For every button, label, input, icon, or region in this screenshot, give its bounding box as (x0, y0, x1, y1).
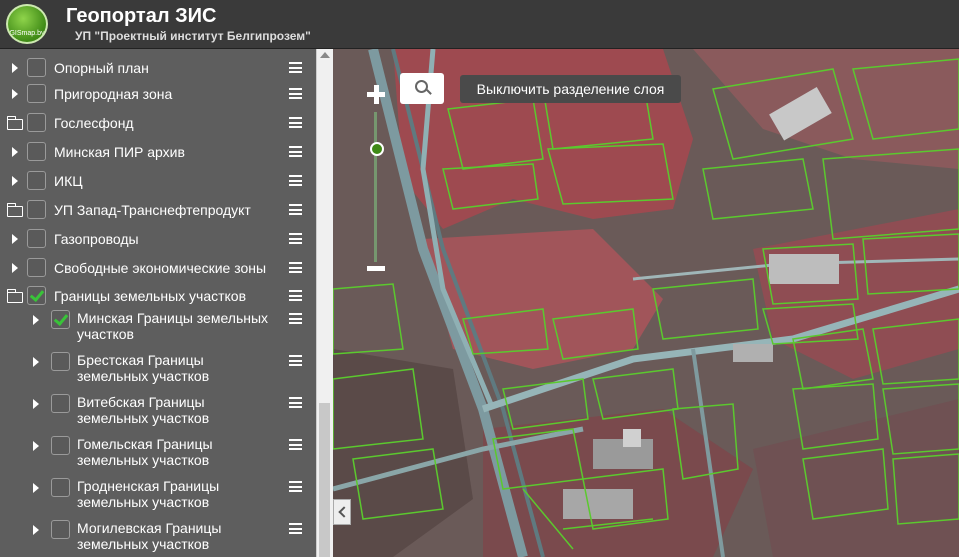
layer-checkbox[interactable] (27, 229, 46, 248)
caret-right-icon[interactable] (33, 483, 39, 493)
layer-label: Могилевская Границы земельных участков (77, 520, 222, 552)
layer-row[interactable]: Могилевская Границы земельных участков (0, 519, 316, 553)
layer-row[interactable]: Минская ПИР архив (0, 142, 316, 162)
zoom-slider-track[interactable] (374, 112, 377, 262)
layer-checkbox[interactable] (51, 520, 70, 539)
layer-label: Минская ПИР архив (54, 144, 185, 160)
layer-label: Витебская Границы земельных участков (77, 394, 210, 426)
layer-row[interactable]: Гомельская Границы земельных участков (0, 435, 316, 469)
layer-checkbox[interactable] (27, 84, 46, 103)
caret-right-icon[interactable] (12, 263, 18, 273)
layer-row[interactable]: ИКЦ (0, 171, 316, 191)
folder-icon[interactable] (6, 203, 23, 217)
layer-row[interactable]: Гродненская Границы земельных участков (0, 477, 316, 511)
layer-label: Свободные экономические зоны (54, 260, 267, 276)
caret-right-icon[interactable] (33, 315, 39, 325)
layer-checkbox[interactable] (51, 436, 70, 455)
layer-label: Границы земельных участков (54, 288, 247, 304)
layer-label: УП Запад-Транснефтепродукт (54, 202, 251, 218)
layer-row[interactable]: Газопроводы (0, 229, 316, 249)
layer-row[interactable]: Гослесфонд (0, 113, 316, 133)
layer-label: ИКЦ (54, 173, 83, 189)
disable-layer-split-button[interactable]: Выключить разделение слоя (460, 75, 681, 103)
search-button[interactable] (400, 73, 444, 104)
menu-icon[interactable] (289, 175, 302, 186)
layer-checkbox[interactable] (27, 258, 46, 277)
app-header: GISmap.by Геопортал ЗИС УП "Проектный ин… (0, 0, 959, 49)
layer-checkbox[interactable] (27, 113, 46, 132)
app-title: Геопортал ЗИС (66, 5, 217, 27)
layer-checkbox[interactable] (51, 394, 70, 413)
menu-icon[interactable] (289, 204, 302, 215)
layer-checkbox[interactable] (51, 478, 70, 497)
caret-right-icon[interactable] (12, 176, 18, 186)
layer-row[interactable]: Брестская Границы земельных участков (0, 351, 316, 385)
menu-icon[interactable] (289, 117, 302, 128)
layer-row[interactable]: Опорный план (0, 58, 316, 78)
layer-label: Опорный план (54, 60, 149, 76)
menu-icon[interactable] (289, 62, 302, 73)
app-subtitle: УП "Проектный институт Белгипрозем" (75, 29, 311, 43)
satellite-map[interactable] (333, 49, 959, 557)
layer-label: Гомельская Границы земельных участков (77, 436, 213, 468)
layer-checkbox[interactable] (27, 286, 46, 305)
caret-right-icon[interactable] (33, 525, 39, 535)
layer-label: Брестская Границы земельных участков (77, 352, 210, 384)
caret-right-icon[interactable] (33, 399, 39, 409)
menu-icon[interactable] (289, 481, 302, 492)
caret-right-icon[interactable] (12, 234, 18, 244)
map-imagery (333, 49, 959, 557)
menu-icon[interactable] (289, 523, 302, 534)
layer-checkbox[interactable] (51, 352, 70, 371)
layer-label: Минская Границы земельных участков (77, 310, 269, 342)
folder-open-icon[interactable] (6, 289, 23, 303)
menu-icon[interactable] (289, 262, 302, 273)
menu-icon[interactable] (289, 355, 302, 366)
menu-icon[interactable] (289, 88, 302, 99)
zoom-out-button[interactable] (367, 266, 385, 271)
layer-label: Газопроводы (54, 231, 139, 247)
menu-icon[interactable] (289, 290, 302, 301)
logo-text: GISmap.by (9, 30, 45, 37)
layer-label: Пригородная зона (54, 86, 173, 102)
menu-icon[interactable] (289, 397, 302, 408)
layer-tree-panel: Опорный план Пригородная зона Гослесфонд… (0, 49, 316, 557)
layer-checkbox[interactable] (51, 310, 70, 329)
menu-icon[interactable] (289, 146, 302, 157)
layer-checkbox[interactable] (27, 142, 46, 161)
layer-checkbox[interactable] (27, 171, 46, 190)
folder-icon[interactable] (6, 116, 23, 130)
menu-icon[interactable] (289, 233, 302, 244)
caret-right-icon[interactable] (12, 63, 18, 73)
caret-right-icon[interactable] (33, 357, 39, 367)
search-icon-handle (426, 89, 432, 95)
caret-right-icon[interactable] (12, 147, 18, 157)
collapse-panel-button[interactable] (333, 499, 351, 525)
zoom-in-button[interactable] (358, 80, 398, 110)
layer-checkbox[interactable] (27, 58, 46, 77)
caret-right-icon[interactable] (33, 441, 39, 451)
menu-icon[interactable] (289, 439, 302, 450)
layer-row[interactable]: УП Запад-Транснефтепродукт (0, 200, 316, 220)
layer-label: Гослесфонд (54, 115, 134, 131)
zoom-slider-handle[interactable] (370, 142, 384, 156)
layer-row[interactable]: Минская Границы земельных участков (0, 309, 316, 343)
scrollbar-thumb[interactable] (319, 403, 330, 557)
scroll-up-icon[interactable] (320, 52, 330, 58)
layer-label: Гродненская Границы земельных участков (77, 478, 220, 510)
layer-row[interactable]: Пригородная зона (0, 84, 316, 104)
layer-row[interactable]: Витебская Границы земельных участков (0, 393, 316, 427)
layer-row[interactable]: Свободные экономические зоны (0, 258, 316, 278)
layer-row[interactable]: Границы земельных участков (0, 286, 316, 306)
layer-checkbox[interactable] (27, 200, 46, 219)
caret-right-icon[interactable] (12, 89, 18, 99)
menu-icon[interactable] (289, 313, 302, 324)
gismap-logo[interactable]: GISmap.by (6, 4, 48, 44)
